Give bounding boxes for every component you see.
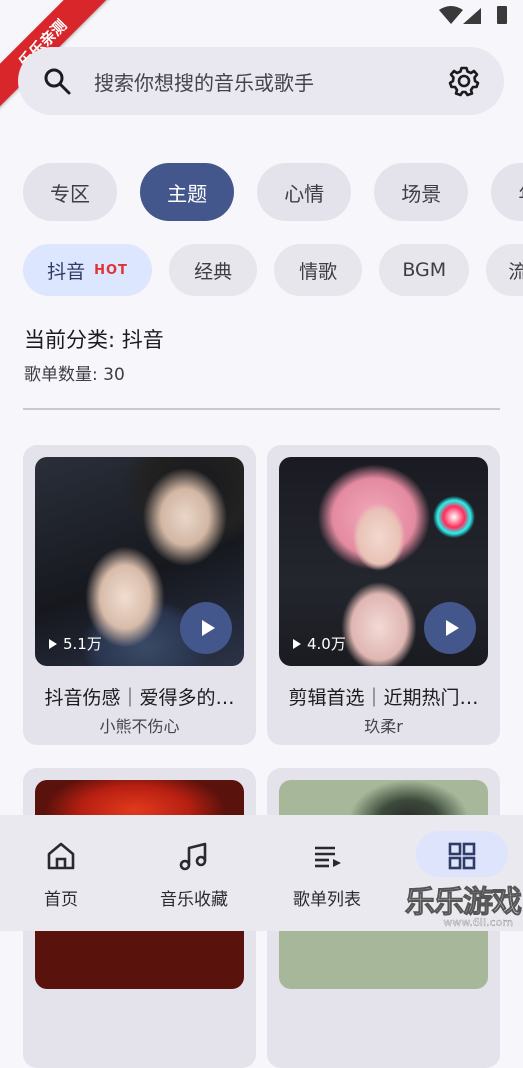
subcategory-chip-douyin[interactable]: 抖音 HOT [23, 244, 152, 296]
play-button[interactable] [424, 602, 476, 654]
hot-badge: HOT [94, 262, 128, 278]
play-button[interactable] [180, 602, 232, 654]
subcategory-chip-love[interactable]: 情歌 [274, 244, 363, 296]
subcategory-chip-classic[interactable]: 经典 [169, 244, 258, 296]
grid-icon [448, 842, 476, 870]
subcategory-chip-row: 抖音 HOT 经典 情歌 BGM 流行 [23, 244, 523, 298]
nav-label: 音乐收藏 [160, 890, 228, 910]
subcategory-chip-pop[interactable]: 流行 [486, 244, 523, 296]
play-icon [445, 620, 459, 636]
watermark-logo: 乐乐游戏 [405, 885, 523, 921]
gear-icon[interactable] [448, 65, 480, 97]
watermark-url: www.6ll.com [443, 916, 513, 929]
wifi-icon [439, 6, 463, 24]
nav-item-music-favorites[interactable]: 音乐收藏 [129, 815, 259, 931]
play-count-icon [293, 638, 301, 649]
search-icon [44, 68, 71, 95]
play-count-value: 5.1万 [63, 635, 102, 653]
playlist-card[interactable]: 5.1万 抖音伤感｜爱得多的… 小熊不伤心 [23, 445, 256, 745]
playlist-icon [315, 846, 341, 868]
bottom-navigation: 首页 音乐收藏 歌单列表 乐乐游戏 www.6ll.com [0, 815, 523, 931]
category-chip-mood[interactable]: 心情 [257, 163, 352, 221]
battery-icon [497, 6, 507, 24]
category-chip-zone[interactable]: 专区 [23, 163, 117, 221]
music-note-icon [179, 842, 207, 871]
divider [23, 408, 500, 410]
playlist-card[interactable]: 4.0万 剪辑首选｜近期热门… 玖柔r [267, 445, 500, 745]
playlist-title: 抖音伤感｜爱得多的… [44, 687, 235, 709]
subcategory-label: 抖音 [47, 260, 86, 283]
play-count: 4.0万 [293, 633, 346, 654]
playlist-author: 小熊不伤心 [99, 717, 180, 736]
play-count-icon [49, 638, 57, 649]
search-placeholder[interactable]: 搜索你想搜的音乐或歌手 [94, 67, 448, 96]
playlist-cover-image[interactable]: 4.0万 [279, 457, 488, 666]
nav-item-home[interactable]: 首页 [0, 815, 126, 931]
search-bar[interactable]: 搜索你想搜的音乐或歌手 [18, 47, 504, 115]
signal-icon [463, 8, 481, 24]
category-chip-era[interactable]: 年代 [491, 163, 523, 221]
home-icon [47, 842, 75, 870]
playlist-cover-image[interactable]: 5.1万 [35, 457, 244, 666]
subcategory-chip-bgm[interactable]: BGM [379, 244, 470, 296]
playlist-author: 玖柔r [364, 717, 403, 736]
play-icon [201, 620, 215, 636]
category-chip-scene[interactable]: 场景 [374, 163, 469, 221]
playlist-count-label: 歌单数量: 30 [24, 365, 125, 385]
category-chip-row: 专区 主题 心情 场景 年代 [23, 163, 523, 221]
nav-label: 首页 [44, 890, 78, 910]
current-category-label: 当前分类: 抖音 [24, 328, 164, 352]
playlist-title: 剪辑首选｜近期热门… [288, 687, 479, 709]
play-count: 5.1万 [49, 633, 102, 654]
nav-item-playlist-list[interactable]: 歌单列表 [262, 815, 392, 931]
nav-label: 歌单列表 [293, 890, 361, 910]
play-count-value: 4.0万 [307, 635, 346, 653]
category-chip-theme[interactable]: 主题 [140, 163, 235, 221]
